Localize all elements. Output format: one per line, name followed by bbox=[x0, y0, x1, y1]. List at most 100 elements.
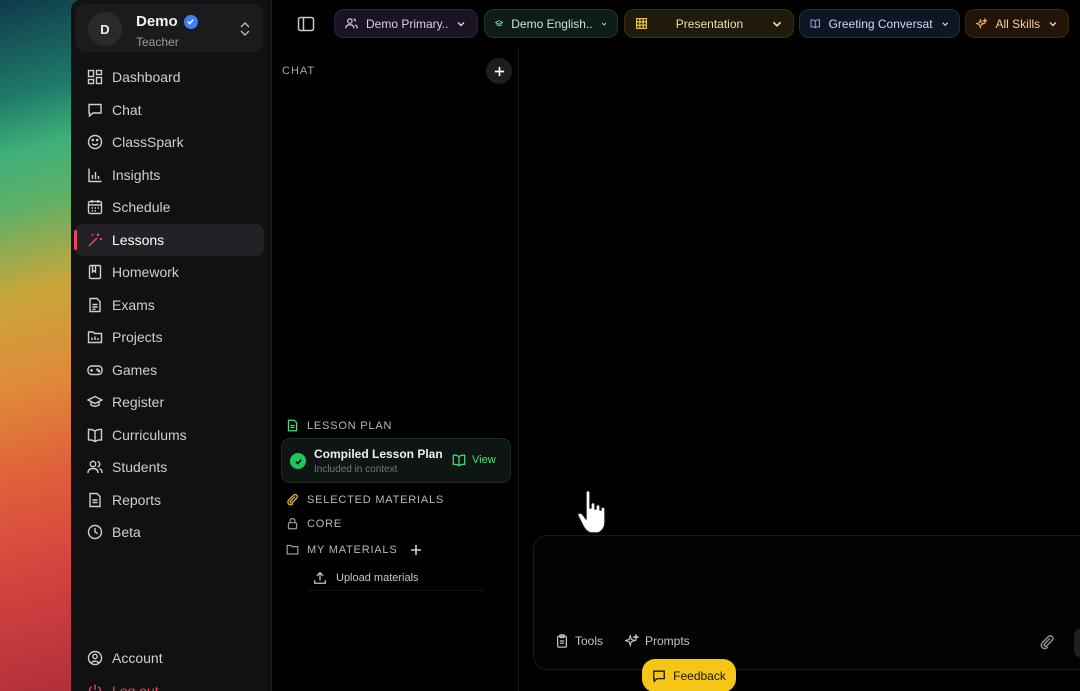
sidebar-item-exams[interactable]: Exams bbox=[75, 289, 264, 321]
feedback-label: Feedback bbox=[673, 668, 726, 683]
sidebar-item-label: Schedule bbox=[112, 199, 171, 215]
chevron-down-icon bbox=[1049, 21, 1057, 26]
compiled-lesson-plan-card[interactable]: Compiled Lesson Plan Included in context… bbox=[281, 438, 511, 483]
lesson-type-label: Presentation bbox=[675, 16, 744, 31]
subject-selector-label: Demo English.. bbox=[511, 16, 593, 31]
dashboard-icon bbox=[87, 69, 103, 85]
sidebar-item-curriculums[interactable]: Curriculums bbox=[75, 419, 264, 451]
hand-pointer-cursor-icon bbox=[577, 489, 606, 534]
sidebar-item-lessons[interactable]: Lessons bbox=[74, 223, 264, 256]
sidebar-item-logout[interactable]: Log out bbox=[75, 675, 264, 691]
upload-materials-label: Upload materials bbox=[336, 571, 419, 584]
feedback-button[interactable]: Feedback bbox=[642, 659, 736, 691]
prompts-button[interactable]: Prompts bbox=[625, 634, 690, 648]
paperclip-icon[interactable] bbox=[1039, 634, 1055, 650]
sidebar-bottom-nav: Account Log out bbox=[71, 642, 272, 691]
my-materials-label: MY MATERIALS bbox=[307, 543, 398, 556]
sidebar-item-label: Register bbox=[112, 394, 165, 410]
lesson-card-subtitle: Included in context bbox=[314, 464, 398, 475]
class-selector-label: Demo Primary.. bbox=[366, 16, 449, 31]
sidebar-item-schedule[interactable]: Schedule bbox=[75, 191, 264, 223]
sidebar-item-label: Homework bbox=[112, 264, 179, 280]
view-lesson-plan-button[interactable]: View bbox=[451, 453, 496, 467]
calendar-icon bbox=[87, 200, 103, 215]
subject-selector[interactable]: Demo English.. bbox=[484, 9, 618, 38]
topic-selector[interactable]: Greeting Conversat bbox=[799, 9, 960, 38]
document-icon bbox=[287, 419, 298, 432]
sidebar-item-homework[interactable]: Homework bbox=[75, 256, 264, 288]
chevron-up-down-icon[interactable] bbox=[238, 21, 252, 37]
sidebar-item-projects[interactable]: Projects bbox=[75, 321, 264, 353]
clock-icon bbox=[87, 524, 103, 540]
active-indicator bbox=[74, 229, 77, 250]
folder-icon bbox=[286, 544, 299, 555]
sidebar-item-classspark[interactable]: ClassSpark bbox=[75, 126, 264, 158]
chevron-down-icon bbox=[457, 21, 465, 26]
tools-button[interactable]: Tools bbox=[555, 634, 603, 648]
message-composer[interactable]: Tools Prompts bbox=[533, 535, 1080, 670]
sidebar-item-label: Dashboard bbox=[112, 69, 181, 85]
profile-name-row: Demo bbox=[136, 13, 198, 30]
gamepad-icon bbox=[87, 364, 103, 375]
lesson-plan-heading: LESSON PLAN bbox=[286, 419, 392, 432]
smiley-icon bbox=[87, 134, 103, 150]
skills-selector-label: All Skills bbox=[995, 16, 1041, 31]
my-materials-row: MY MATERIALS bbox=[286, 543, 422, 556]
document-icon bbox=[89, 297, 101, 312]
class-selector[interactable]: Demo Primary.. bbox=[334, 9, 478, 38]
folder-icon bbox=[87, 331, 103, 344]
upload-icon bbox=[314, 571, 326, 584]
desktop-wallpaper bbox=[0, 0, 80, 691]
bar-chart-icon bbox=[88, 168, 102, 182]
avatar: D bbox=[88, 12, 122, 46]
sidebar-item-label: Account bbox=[112, 650, 163, 666]
sidebar-item-label: Exams bbox=[112, 296, 155, 313]
lock-icon bbox=[287, 518, 298, 530]
new-chat-button[interactable] bbox=[486, 58, 512, 84]
paperclip-icon bbox=[287, 493, 298, 506]
chat-panel: CHAT LESSON PLAN Compiled Lesson Plan In… bbox=[272, 48, 519, 691]
sidebar: D Demo Teacher Dashboard Chat ClassSpark… bbox=[71, 0, 272, 691]
lesson-plan-heading-label: LESSON PLAN bbox=[307, 419, 393, 432]
clipboard-icon bbox=[557, 634, 567, 648]
sparkles-icon bbox=[625, 634, 639, 648]
sidebar-item-beta[interactable]: Beta bbox=[75, 516, 264, 548]
send-button[interactable] bbox=[1074, 628, 1080, 658]
book-open-icon bbox=[810, 19, 820, 29]
magic-wand-icon bbox=[88, 233, 102, 247]
users-icon bbox=[345, 18, 358, 29]
add-material-plus-icon[interactable] bbox=[410, 544, 422, 556]
chevron-down-icon bbox=[772, 21, 782, 27]
sidebar-item-dashboard[interactable]: Dashboard bbox=[75, 61, 264, 93]
logout-icon bbox=[88, 684, 102, 691]
sidebar-item-chat[interactable]: Chat bbox=[75, 94, 264, 126]
chevron-down-icon bbox=[601, 22, 607, 26]
users-icon bbox=[87, 460, 103, 474]
sidebar-item-label: Reports bbox=[112, 491, 162, 508]
sidebar-item-account[interactable]: Account bbox=[75, 642, 264, 674]
sparkles-icon bbox=[976, 16, 988, 29]
sidebar-item-label: Students bbox=[112, 459, 168, 475]
graduation-cap-icon bbox=[87, 395, 103, 407]
book-open-icon bbox=[87, 428, 103, 442]
sidebar-item-label: Projects bbox=[112, 329, 163, 345]
sidebar-item-insights[interactable]: Insights bbox=[75, 159, 264, 191]
lesson-type-selector[interactable]: Presentation bbox=[624, 9, 794, 38]
sidebar-item-games[interactable]: Games bbox=[75, 354, 264, 386]
sidebar-item-label: Lessons bbox=[112, 231, 165, 248]
sidebar-toggle-icon[interactable] bbox=[297, 15, 315, 33]
sidebar-item-reports[interactable]: Reports bbox=[75, 484, 264, 516]
verified-badge-icon bbox=[183, 14, 198, 29]
profile-switcher[interactable]: D Demo Teacher bbox=[75, 4, 263, 52]
sidebar-item-label: Games bbox=[112, 361, 158, 378]
sidebar-item-label: Log out bbox=[112, 682, 159, 691]
sidebar-item-register[interactable]: Register bbox=[75, 386, 264, 418]
chat-icon bbox=[88, 103, 102, 118]
sidebar-item-students[interactable]: Students bbox=[75, 451, 264, 483]
upload-materials-button[interactable]: Upload materials bbox=[305, 565, 487, 591]
user-circle-icon bbox=[87, 650, 103, 666]
core-materials-row[interactable]: CORE bbox=[286, 517, 342, 530]
skills-selector[interactable]: All Skills bbox=[965, 9, 1069, 38]
sidebar-item-label: Chat bbox=[112, 101, 142, 118]
lesson-card-title: Compiled Lesson Plan bbox=[314, 447, 443, 461]
